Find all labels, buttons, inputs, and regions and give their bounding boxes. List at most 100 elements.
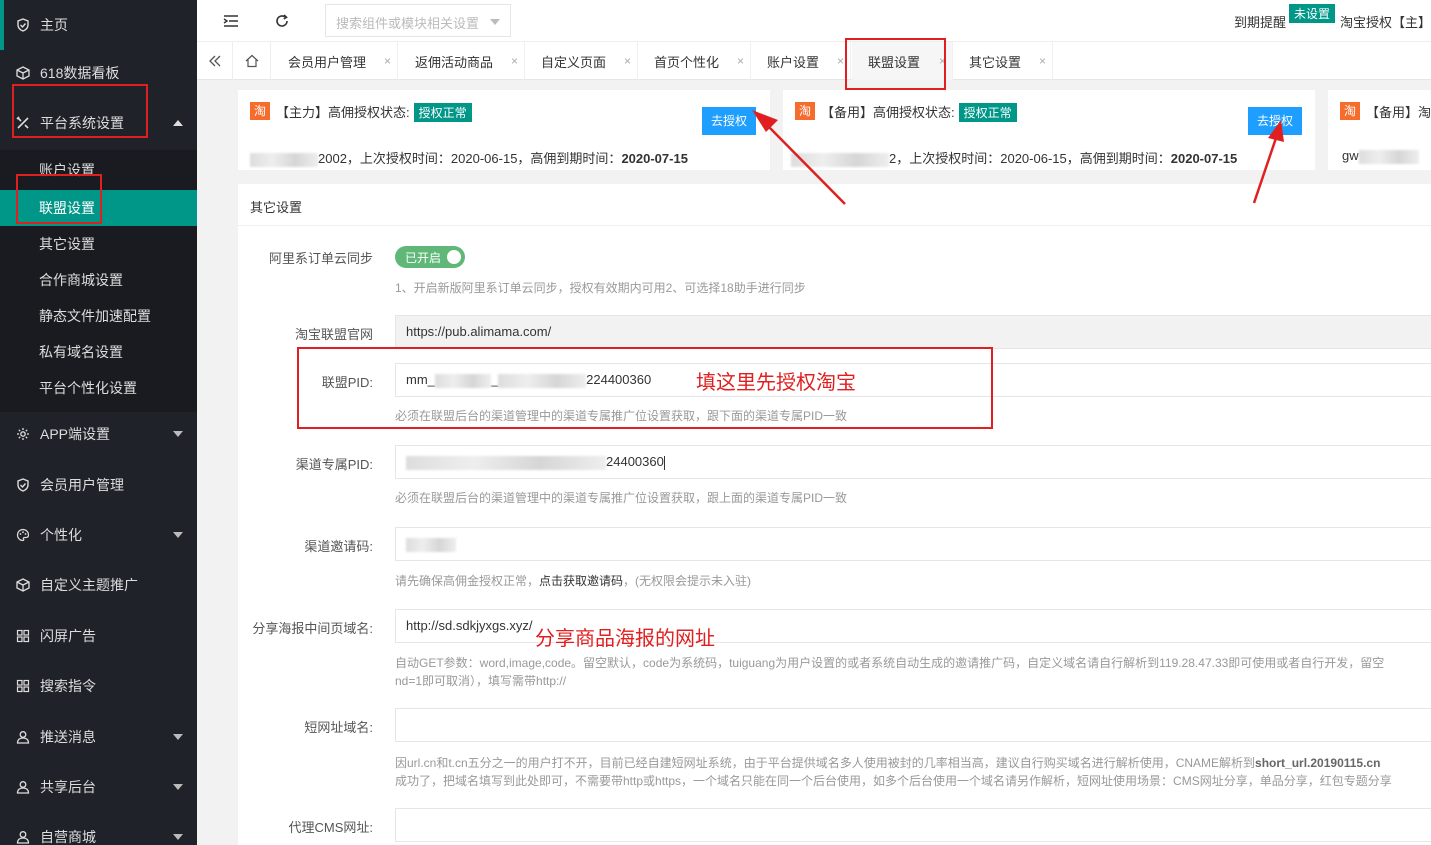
grid-icon — [16, 629, 30, 643]
auth-title: 【备用】高佣授权状态: 授权正常 — [821, 102, 1017, 122]
close-icon[interactable]: × — [384, 54, 391, 68]
status-badge: 授权正常 — [958, 103, 1017, 122]
tab-other[interactable]: 其它设置 × — [953, 42, 1053, 80]
sidebar-item-personal[interactable]: 个性化 — [0, 510, 197, 560]
auth-info: 2002，上次授权时间：2020-06-15，高佣到期时间：2020-07-15 — [250, 148, 688, 167]
short-help-line1: 因url.cn和t.cn五分之一的用户打不开，目前已经自建短网址系统，由于平台提… — [395, 756, 1381, 770]
sidebar-item-search-cmd[interactable]: 搜索指令 — [0, 661, 197, 711]
sidebar-item-splash[interactable]: 闪屏广告 — [0, 611, 197, 661]
chevron-down-icon — [490, 19, 500, 25]
invite-code-label: 渠道邀请码: — [304, 539, 373, 554]
sidebar-item-shared[interactable]: 共享后台 — [0, 762, 197, 812]
short-url-label: 短网址域名: — [304, 720, 373, 735]
cms-url-input[interactable] — [395, 808, 1431, 842]
tab-members[interactable]: 会员用户管理 × — [272, 42, 398, 80]
status-badge: 未设置 — [1288, 3, 1335, 23]
tab-home[interactable] — [233, 42, 271, 80]
sidebar-item-home[interactable]: 主页 — [0, 0, 197, 50]
caret-down-icon — [173, 784, 183, 790]
auth-title: 【备用】淘 — [1366, 105, 1431, 120]
shield-icon — [16, 18, 30, 32]
sidebar-item-push[interactable]: 推送消息 — [0, 712, 197, 762]
auth-card-backup-2: 淘 【备用】淘 gw — [1328, 90, 1431, 170]
tab-scroll-left[interactable] — [197, 42, 233, 80]
switch-knob — [447, 250, 461, 264]
tab-custom-page[interactable]: 自定义页面 × — [525, 42, 638, 80]
close-icon[interactable]: × — [624, 54, 631, 68]
short-url-input[interactable] — [395, 708, 1431, 742]
caret-down-icon — [173, 431, 183, 437]
cube-icon — [16, 578, 30, 592]
get-invite-code-link[interactable]: 点击获取邀请码 — [539, 574, 623, 588]
authorize-button[interactable]: 去授权 — [1248, 107, 1302, 135]
tab-label: 其它设置 — [969, 54, 1022, 70]
annotation-box-platform — [12, 84, 148, 138]
share-domain-label: 分享海报中间页域名: — [252, 621, 373, 636]
header-right: 到期提醒 未设置 淘宝授权【主】 — [1234, 0, 1431, 42]
gear-icon — [16, 427, 30, 441]
cms-url-label: 代理CMS网址: — [288, 820, 373, 835]
auth-card-main: 淘 【主力】高佣授权状态: 授权正常 去授权 2002，上次授权时间：2020-0… — [238, 90, 770, 170]
sidebar-item-theme[interactable]: 自定义主题推广 — [0, 560, 197, 610]
close-icon[interactable]: × — [1039, 54, 1046, 68]
other-settings-panel: 其它设置 阿里系订单云同步 已开启 1、开启新版阿里系订单云同步，授权有效期内可… — [238, 184, 1431, 845]
search-placeholder: 搜索组件或模块相关设置 — [336, 16, 480, 31]
tab-rebate[interactable]: 返佣活动商品 × — [399, 42, 525, 80]
sidebar-sub-domain[interactable]: 私有域名设置 — [0, 334, 197, 370]
tab-label: 返佣活动商品 — [415, 54, 494, 70]
sidebar-item-members[interactable]: 会员用户管理 — [0, 460, 197, 510]
tao-auth-link[interactable]: 淘宝授权【主】 — [1340, 12, 1431, 31]
sidebar-sub-personal[interactable]: 平台个性化设置 — [0, 370, 197, 406]
annotation-box-union — [16, 174, 102, 224]
sidebar-item-mall[interactable]: 自营商城 — [0, 812, 197, 845]
annotation-pid-note: 填这里先授权淘宝 — [696, 370, 856, 394]
top-header: 搜索组件或模块相关设置 到期提醒 未设置 淘宝授权【主】 — [197, 0, 1431, 42]
blurred-text — [406, 455, 606, 470]
invite-code-input[interactable] — [395, 527, 1431, 561]
share-help-line2: nd=1即可取消），填写需带http:// — [395, 674, 567, 688]
taobao-icon: 淘 — [250, 102, 270, 120]
sidebar-item-label: 主页 — [40, 17, 68, 33]
sidebar-sub-other[interactable]: 其它设置 — [0, 226, 197, 262]
user-icon — [16, 830, 30, 844]
sidebar-item-label: 推送消息 — [40, 729, 96, 745]
sidebar-item-label: 自定义主题推广 — [40, 577, 138, 593]
auth-info: 2，上次授权时间：2020-06-15，高佣到期时间：2020-07-15 — [791, 148, 1237, 167]
home-icon — [245, 54, 258, 68]
taobao-icon: 淘 — [1340, 102, 1360, 120]
double-chevron-left-icon — [208, 55, 220, 67]
caret-up-icon — [173, 120, 183, 126]
close-icon[interactable]: × — [837, 54, 844, 68]
switch-label: 已开启 — [405, 251, 442, 265]
palette-icon — [16, 528, 30, 542]
caret-down-icon — [173, 834, 183, 840]
refresh-icon[interactable] — [273, 12, 291, 30]
short-help-line2: 成功了，把域名填写到此处即可，不需要带http或https，一个域名只能在同一个… — [395, 774, 1392, 788]
auth-info: gw — [1342, 148, 1419, 164]
cube-icon — [16, 66, 30, 80]
user-icon — [16, 780, 30, 794]
menu-fold-icon[interactable] — [222, 12, 240, 30]
blurred-id — [250, 152, 318, 167]
ali-sync-switch[interactable]: 已开启 — [395, 246, 465, 268]
blurred-id — [1358, 149, 1419, 164]
close-icon[interactable]: × — [737, 54, 744, 68]
expire-reminder[interactable]: 到期提醒 — [1234, 12, 1286, 31]
tab-label: 首页个性化 — [654, 54, 720, 70]
sidebar-sub-mall[interactable]: 合作商城设置 — [0, 262, 197, 298]
tab-bar: 会员用户管理 × 返佣活动商品 × 自定义页面 × 首页个性化 × 账户设置 × 联盟设置… — [197, 42, 1431, 80]
share-help-line1: 自动GET参数：word,image,code。留空默认，code为系统码，tu… — [395, 656, 1385, 670]
search-select[interactable]: 搜索组件或模块相关设置 — [325, 4, 511, 37]
taobao-icon: 淘 — [795, 102, 815, 120]
channel-pid-input[interactable]: 24400360 — [395, 445, 1431, 479]
status-badge: 授权正常 — [413, 103, 472, 122]
tab-account[interactable]: 账户设置 × — [751, 42, 851, 80]
caret-down-icon — [173, 734, 183, 740]
sidebar-sub-static[interactable]: 静态文件加速配置 — [0, 298, 197, 334]
tab-label: 会员用户管理 — [288, 54, 367, 70]
close-icon[interactable]: × — [511, 54, 518, 68]
authorize-button[interactable]: 去授权 — [702, 107, 756, 135]
tab-label: 自定义页面 — [541, 54, 607, 70]
sidebar-item-app[interactable]: APP端设置 — [0, 409, 197, 459]
tab-home-personal[interactable]: 首页个性化 × — [638, 42, 751, 80]
